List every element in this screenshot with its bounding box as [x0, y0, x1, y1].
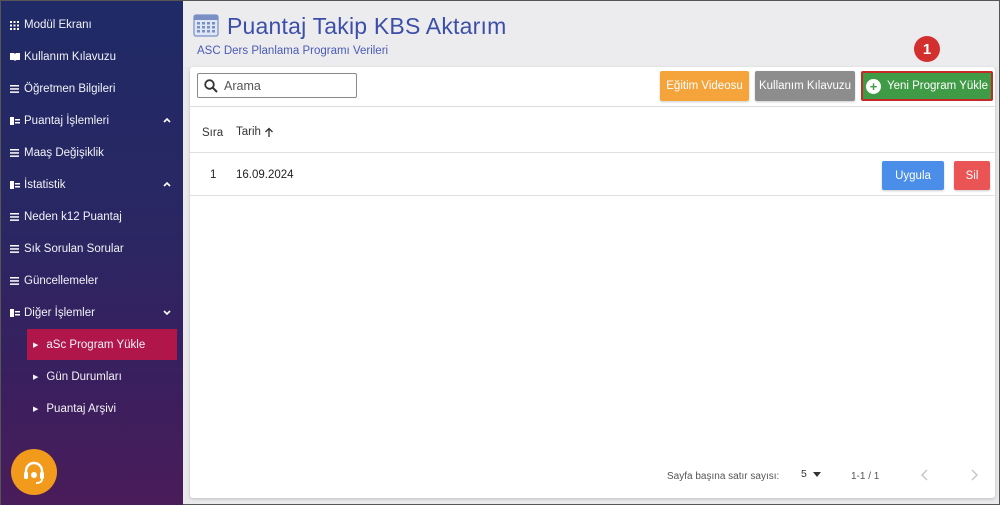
list-icon [10, 149, 22, 157]
sidebar-subitem-puantaj-arsivi[interactable]: ▶ Puantaj Arşivi [27, 393, 177, 424]
search-input[interactable] [224, 78, 344, 93]
list-icon [10, 85, 22, 93]
main-content: Puantaj Takip KBS Aktarım ASC Ders Planl… [183, 1, 1000, 505]
training-video-button[interactable]: Eğitim Videosu [660, 71, 749, 101]
sidebar-item-label: Öğretmen Bilgileri [24, 83, 116, 95]
sidebar-item-label: Kullanım Kılavuzu [24, 51, 117, 63]
sidebar-item-guncellemeler[interactable]: Güncellemeler [1, 266, 183, 296]
sidebar-item-label: Neden k12 Puantaj [24, 211, 122, 223]
sidebar-item-kullanim-kilavuzu[interactable]: Kullanım Kılavuzu [1, 42, 183, 72]
sidebar-item-istatistik[interactable]: İstatistik [1, 170, 183, 200]
search-icon [204, 78, 218, 93]
sidebar-subitem-label: Gün Durumları [46, 370, 122, 383]
sidebar-item-neden-k12-puantaj[interactable]: Neden k12 Puantaj [1, 202, 183, 232]
page-range: 1-1 / 1 [851, 471, 880, 482]
sort-arrow-up-icon [264, 127, 273, 137]
rows-per-page-select[interactable]: 5 [801, 468, 821, 480]
sidebar-subitem-label: aSc Program Yükle [46, 338, 146, 351]
caret-right-icon: ▶ [33, 405, 39, 413]
sidebar-item-label: Maaş Değişiklik [24, 147, 104, 159]
chevron-up-icon [163, 117, 171, 123]
table-header: Sıra Tarih [190, 115, 995, 153]
list-icon [10, 213, 22, 221]
sidebar-item-puantaj-islemleri[interactable]: Puantaj İşlemleri [1, 106, 183, 136]
page-subtitle: ASC Ders Planlama Programı Verileri [197, 45, 389, 57]
support-button[interactable] [11, 449, 57, 495]
delete-button[interactable]: Sil [954, 161, 990, 190]
plus-circle-icon: + [865, 78, 881, 94]
sidebar-item-ogretmen-bilgileri[interactable]: Öğretmen Bilgileri [1, 74, 183, 104]
user-guide-button[interactable]: Kullanım Kılavuzu [755, 71, 855, 101]
sidebar-subitem-label: Puantaj Arşivi [46, 402, 117, 415]
column-header-sira[interactable]: Sıra [202, 127, 223, 139]
sidebar-item-modul-ekrani[interactable]: Modül Ekranı [1, 10, 183, 40]
list-icon [10, 277, 22, 285]
sidebar-item-label: İstatistik [24, 179, 66, 191]
sidebar-item-diger-islemler[interactable]: Diğer İşlemler [1, 298, 183, 328]
toolbar: Eğitim Videosu Kullanım Kılavuzu 1 + Yen… [190, 36, 995, 107]
column-header-tarih[interactable]: Tarih [236, 126, 274, 138]
sidebar-subitem-asc-program-yukle[interactable]: ▶ aSc Program Yükle [27, 329, 177, 360]
caret-right-icon: ▶ [33, 373, 39, 381]
upload-new-program-button[interactable]: + Yeni Program Yükle [861, 71, 993, 101]
sidebar-item-label: Güncellemeler [24, 275, 99, 287]
page-title: Puantaj Takip KBS Aktarım [227, 13, 507, 39]
rows-per-page-label: Sayfa başına satır sayısı: [667, 471, 780, 482]
sidebar: Modül Ekranı Kullanım Kılavuzu Öğretmen … [1, 1, 183, 505]
sidebar-item-sik-sorulan-sorular[interactable]: Sık Sorulan Sorular [1, 234, 183, 264]
upload-button-label: Yeni Program Yükle [886, 80, 988, 92]
sidebar-item-label: Puantaj İşlemleri [24, 115, 110, 127]
pagination: Sayfa başına satır sayısı: 5 1-1 / 1 [190, 463, 995, 487]
step-marker: 1 [914, 36, 940, 62]
calendar-icon [193, 14, 219, 37]
folder-icon [10, 117, 22, 125]
apply-button[interactable]: Uygula [882, 161, 944, 190]
list-icon [10, 245, 22, 253]
sidebar-item-label: Diğer İşlemler [24, 307, 95, 319]
chevron-down-icon [163, 310, 171, 316]
sidebar-item-label: Sık Sorulan Sorular [24, 243, 124, 255]
sidebar-subitem-gun-durumlari[interactable]: ▶ Gün Durumları [27, 361, 177, 392]
book-icon [10, 53, 22, 61]
chevron-right-icon[interactable] [967, 468, 981, 482]
caret-right-icon: ▶ [33, 341, 39, 349]
data-panel: Eğitim Videosu Kullanım Kılavuzu 1 + Yen… [190, 36, 995, 498]
chevron-left-icon[interactable] [918, 468, 932, 482]
headset-icon [24, 461, 44, 484]
rows-per-page-value: 5 [801, 468, 807, 480]
chevron-up-icon [163, 181, 171, 187]
folder-icon [10, 181, 22, 189]
sidebar-item-maas-degisiklik[interactable]: Maaş Değişiklik [1, 138, 183, 168]
folder-icon [10, 309, 22, 317]
caret-down-icon [812, 471, 821, 477]
cell-sira: 1 [210, 169, 217, 181]
column-header-label: Tarih [236, 126, 261, 138]
search-box [197, 73, 357, 98]
sidebar-item-label: Modül Ekranı [24, 19, 92, 31]
table-row: 1 16.09.2024 Uygula Sil [190, 154, 995, 196]
page-header: Puantaj Takip KBS Aktarım ASC Ders Planl… [183, 1, 999, 67]
cell-tarih: 16.09.2024 [236, 169, 294, 181]
grid-icon [10, 20, 22, 30]
